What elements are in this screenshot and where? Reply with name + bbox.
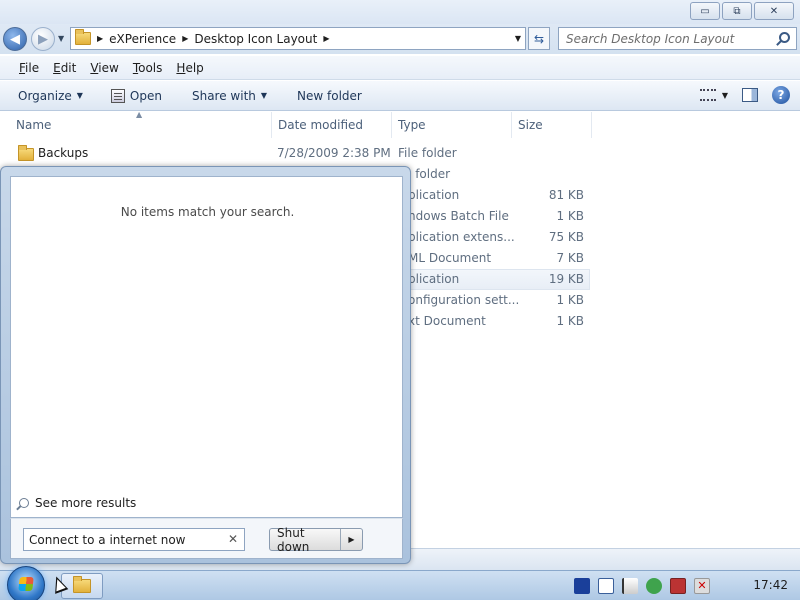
clock[interactable]: 17:42 <box>753 578 788 592</box>
breadcrumb-separator-icon[interactable]: ▶ <box>182 34 188 43</box>
open-icon <box>110 88 125 103</box>
preview-pane-icon[interactable] <box>742 88 758 102</box>
file-size: 19 KB <box>548 272 584 286</box>
address-bar[interactable]: ▶ eXPerience ▶ Desktop Icon Layout ▶ ▼ <box>70 27 526 50</box>
search-box[interactable] <box>558 27 797 50</box>
command-bar: Organize ▼ Open Share with ▼ New folder ▼ … <box>0 81 800 111</box>
share-with-button[interactable]: Share with ▼ <box>184 89 275 103</box>
search-results-pane: No items match your search. See more res… <box>10 176 403 518</box>
column-header-size[interactable]: Size <box>512 112 592 138</box>
maximize-button[interactable]: ⧉ <box>722 2 752 20</box>
search-input[interactable] <box>566 31 776 46</box>
breadcrumb-experience[interactable]: eXPerience <box>109 32 176 46</box>
menu-help[interactable]: Help <box>169 61 210 75</box>
clear-icon[interactable]: ✕ <box>228 532 238 546</box>
file-type: File folder <box>398 146 457 160</box>
back-arrow-icon: ◀ <box>10 31 20 47</box>
menu-tools[interactable]: Tools <box>126 61 170 75</box>
shutdown-options-arrow-icon[interactable]: ▶ <box>341 535 362 544</box>
volume-muted-icon[interactable]: ✕ <box>694 578 710 594</box>
folder-icon <box>75 29 91 45</box>
history-dropdown-icon[interactable]: ▼ <box>58 34 64 43</box>
folder-icon <box>73 576 91 593</box>
start-search-box[interactable]: ✕ <box>23 528 245 551</box>
file-type: xt Document <box>408 314 486 328</box>
file-row[interactable]: Backups 7/28/2009 2:38 PM File folder <box>10 143 590 164</box>
organize-button[interactable]: Organize ▼ <box>10 89 91 103</box>
breadcrumb-separator-icon[interactable]: ▶ <box>97 34 103 43</box>
file-size: 1 KB <box>556 293 584 307</box>
file-size: 7 KB <box>556 251 584 265</box>
address-dropdown-icon[interactable]: ▼ <box>515 34 521 43</box>
open-button[interactable]: Open <box>103 88 170 103</box>
file-type: plication <box>408 272 460 286</box>
navigation-row: ◀ ▶ ▼ ▶ eXPerience ▶ Desktop Icon Layout… <box>0 24 800 54</box>
file-type: plication extens... <box>408 230 515 244</box>
language-icon[interactable] <box>574 578 590 594</box>
column-header-type[interactable]: Type <box>392 112 512 138</box>
taskbar: ✕ 17:42 <box>0 566 800 600</box>
see-more-results-link[interactable]: See more results <box>19 496 136 510</box>
forward-arrow-icon: ▶ <box>38 31 48 47</box>
view-controls: ▼ ? <box>699 86 790 104</box>
chevron-down-icon: ▼ <box>260 91 268 100</box>
chevron-down-icon: ▼ <box>76 91 83 100</box>
file-type: plication <box>408 188 460 202</box>
column-header-date-modified[interactable]: Date modified <box>272 112 392 138</box>
help-icon[interactable]: ? <box>772 86 790 104</box>
menu-file[interactable]: File <box>12 61 46 75</box>
start-menu: No items match your search. See more res… <box>0 166 411 564</box>
shut-down-button[interactable]: Shut down ▶ <box>269 526 363 554</box>
sort-up-icon: ▲ <box>136 110 143 119</box>
file-type: onfiguration sett... <box>408 293 520 307</box>
close-button[interactable]: ✕ <box>754 2 794 20</box>
new-folder-button[interactable]: New folder <box>289 89 370 103</box>
search-icon[interactable] <box>779 32 790 43</box>
no-results-message: No items match your search. <box>120 205 295 219</box>
file-size: 1 KB <box>556 209 584 223</box>
minimize-button[interactable]: ▭ <box>690 2 720 20</box>
security-icon[interactable] <box>646 578 662 594</box>
folder-icon <box>18 145 34 161</box>
menu-bar: File Edit View Tools Help <box>0 56 800 80</box>
refresh-icon: ⇆ <box>533 31 545 46</box>
start-search-input[interactable] <box>29 532 219 547</box>
file-type: ML Document <box>408 251 492 265</box>
views-icon <box>699 89 716 101</box>
title-bar[interactable]: ▭ ⧉ ✕ <box>0 0 800 24</box>
search-icon <box>19 498 29 508</box>
file-size: 81 KB <box>548 188 584 202</box>
window-controls: ▭ ⧉ ✕ <box>690 2 794 20</box>
back-button[interactable]: ◀ <box>3 27 27 51</box>
start-button[interactable] <box>7 566 45 600</box>
change-view-button[interactable]: ▼ <box>699 89 728 101</box>
start-menu-bottom-bar: ✕ Shut down ▶ <box>10 518 403 559</box>
document-icon[interactable] <box>598 578 614 594</box>
network-icon[interactable] <box>670 578 686 594</box>
file-name: Backups <box>38 146 89 160</box>
refresh-button[interactable]: ⇆ <box>528 27 550 50</box>
file-date: 7/28/2009 2:38 PM <box>277 146 391 160</box>
breadcrumb-separator-icon[interactable]: ▶ <box>323 34 329 43</box>
file-size: 1 KB <box>556 314 584 328</box>
forward-button[interactable]: ▶ <box>31 27 55 51</box>
menu-edit[interactable]: Edit <box>46 61 83 75</box>
file-size: 75 KB <box>548 230 584 244</box>
menu-view[interactable]: View <box>83 61 125 75</box>
chevron-down-icon: ▼ <box>721 90 728 100</box>
file-type: ndows Batch File <box>408 209 509 223</box>
breadcrumb-desktop-icon-layout[interactable]: Desktop Icon Layout <box>194 32 317 46</box>
action-center-flag-icon[interactable] <box>622 578 638 594</box>
